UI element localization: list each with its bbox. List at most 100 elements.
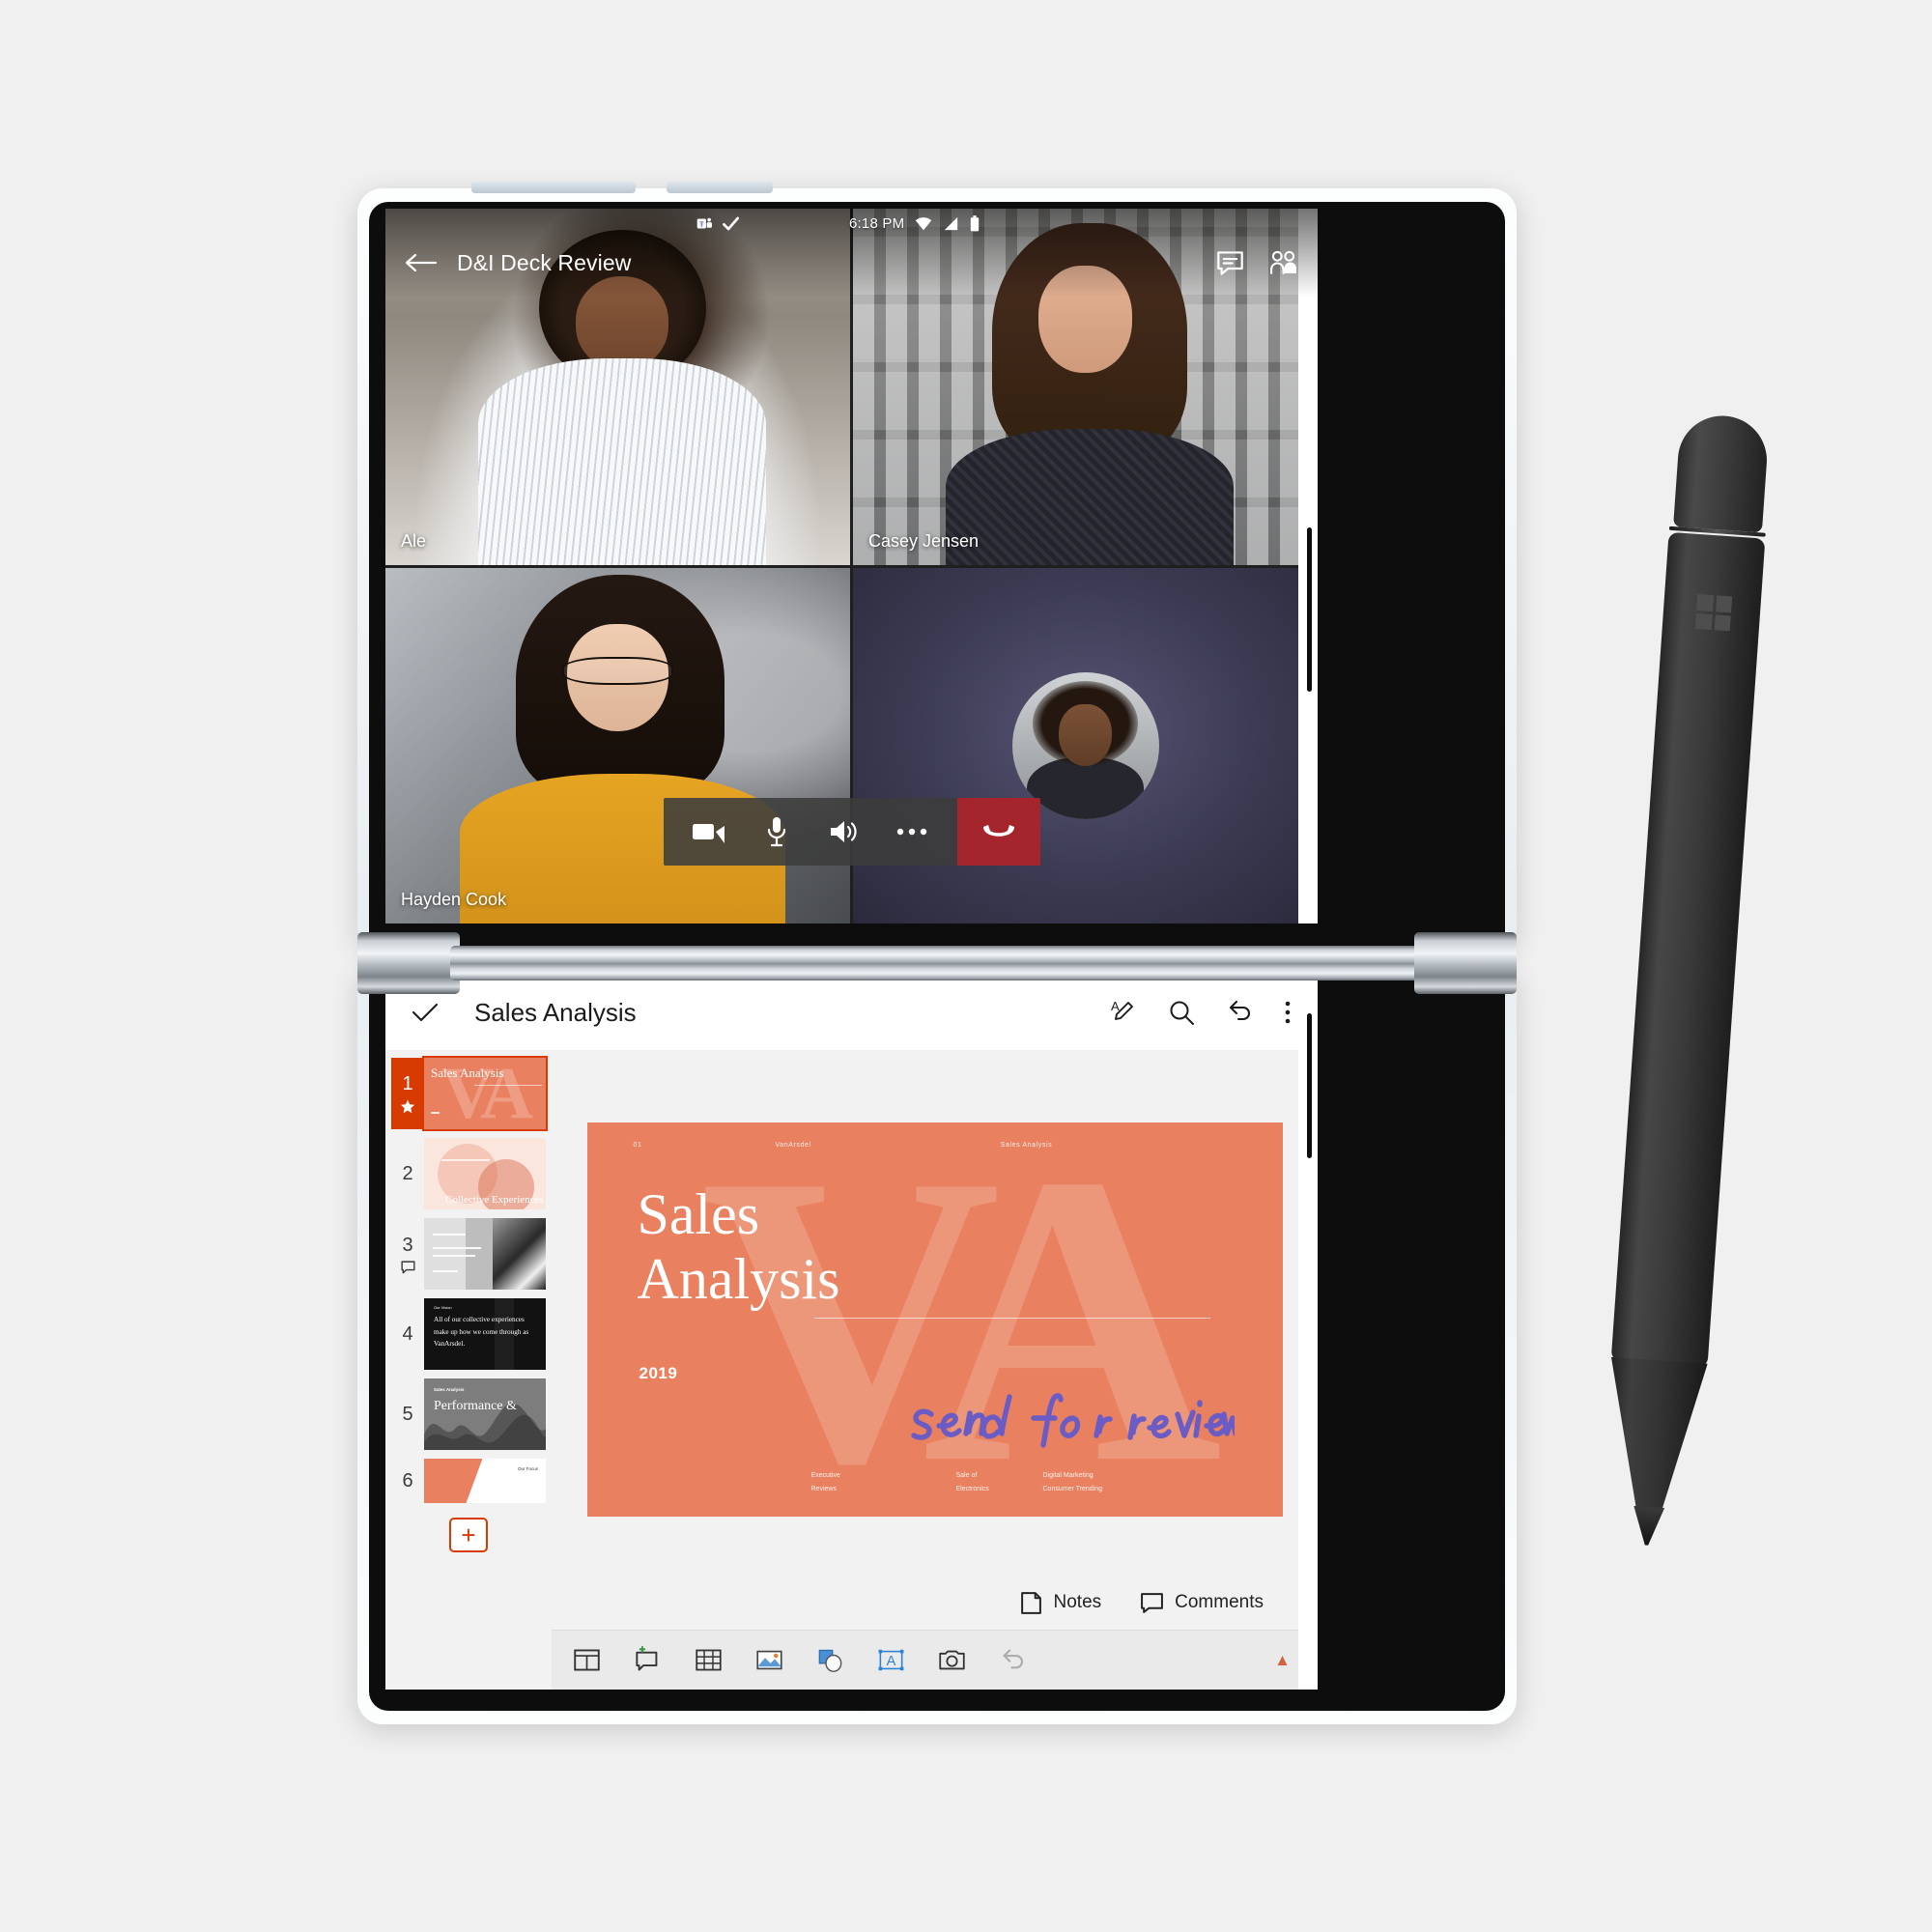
presentation-title: Sales Analysis [474,997,637,1027]
slide-number-label: 2 [402,1162,413,1184]
teams-icon: T [696,217,712,228]
undo-icon [1003,1649,1024,1669]
hinge-cap-right [1414,932,1517,994]
scroll-indicator[interactable] [1307,527,1312,692]
hang-up-button[interactable] [956,798,1040,866]
layout-icon[interactable] [573,1646,601,1674]
camera-toggle-button[interactable] [675,798,743,866]
shapes-icon[interactable] [816,1646,844,1674]
slide-preview: Our Vision All of our collective experie… [424,1298,546,1370]
status-bar: T 6:18 PM [385,209,1318,238]
svg-text:T: T [699,220,704,228]
avatar [1011,671,1159,819]
hang-up-icon [982,825,1014,837]
comments-button[interactable]: Comments [1140,1591,1264,1615]
slide-label-number: 01 [633,1142,642,1149]
top-screen: Ale Casey Jensen Hayden Cook T 6:18 PM D… [385,209,1318,923]
comments-label: Comments [1175,1592,1264,1612]
wifi-icon [916,216,932,230]
checkmark-icon [723,216,739,230]
text-box-icon[interactable]: A [877,1646,905,1674]
notes-label: Notes [1053,1592,1102,1612]
status-time: 6:18 PM [849,214,905,232]
slide-thumbnail-6[interactable]: 6 Our Focus [391,1459,546,1503]
slide-preview: VA Sales Analysis [422,1056,548,1131]
pen-cap [1673,412,1771,533]
comment-icon [1141,1592,1164,1613]
chat-icon[interactable] [1215,248,1245,278]
undo-icon[interactable] [1225,998,1254,1027]
microphone-icon [767,817,785,847]
slide-thumbnail-2[interactable]: 2 Collective Experiences [391,1138,546,1209]
teams-app: Ale Casey Jensen Hayden Cook T 6:18 PM D… [385,209,1318,923]
participant-name: Ale [401,530,427,551]
slide-number: 1 [391,1058,424,1129]
star-icon [400,1099,415,1113]
add-slide-button[interactable]: + [449,1518,488,1552]
slide-footer-labels: Executive Reviews Sale of Electronics Di… [587,1469,1283,1495]
footer-item-3: Digital Marketing Consumer Trending [1042,1472,1102,1492]
cellular-signal-icon [945,216,958,230]
participant-tile[interactable] [853,567,1318,923]
slide-thumbnail-3[interactable]: 3 [391,1218,546,1290]
participants-icon[interactable] [1268,248,1298,278]
slide-number-label: 3 [402,1234,413,1256]
slide-preview: Our Focus [424,1459,546,1503]
microsoft-logo [1694,593,1733,632]
pen-body [1610,531,1766,1368]
power-button[interactable] [471,182,636,193]
slide-preview-title: Sales Analysis [431,1065,504,1080]
search-icon[interactable] [1167,998,1196,1027]
volume-button[interactable] [667,182,773,193]
participant-name: Casey Jensen [868,530,980,551]
device-bottom-bezel: Sales Analysis A 1 VA Sales Analysis 2 C… [369,961,1505,1711]
slide-number: 6 [391,1459,424,1503]
note-icon [1020,1591,1041,1614]
camera-icon [692,824,724,843]
slide-year: 2019 [639,1364,678,1382]
slide-number: 3 [391,1218,424,1290]
back-arrow-icon[interactable] [405,252,438,273]
surface-slim-pen[interactable] [1589,412,1783,1538]
more-options-button[interactable] [878,798,946,866]
device-hinge [357,932,1517,994]
current-slide[interactable]: VA 01 VanArsdel Sales Analysis Sales Ana… [586,1122,1283,1517]
slide-number: 2 [391,1138,424,1209]
slide-thumbnail-4[interactable]: 4 Our Vision All of our collective exper… [391,1298,546,1370]
more-horizontal-icon [896,828,926,836]
slide-label-company: VanArsdel [775,1142,811,1149]
slide-preview: Sales Analysis Performance & [424,1378,546,1450]
pen-tip [1631,1506,1664,1547]
slide-preview-title: Collective Experiences [445,1194,544,1206]
expand-ribbon-caret-icon[interactable]: ▲ [1274,1651,1291,1670]
new-comment-icon[interactable] [634,1646,662,1674]
svg-text:A: A [887,1654,896,1669]
device-top-bezel: Ale Casey Jensen Hayden Cook T 6:18 PM D… [369,202,1505,952]
notes-button[interactable]: Notes [1019,1591,1102,1615]
slide-top-bar: 01 VanArsdel Sales Analysis [587,1142,1283,1149]
bottom-screen: Sales Analysis A 1 VA Sales Analysis 2 C… [385,975,1318,1690]
more-options-icon[interactable] [1283,998,1293,1027]
table-icon[interactable] [695,1646,723,1674]
slide-preview: Collective Experiences [424,1138,546,1209]
scroll-indicator-bottom[interactable] [1307,1013,1312,1158]
ink-to-text-icon[interactable]: A [1109,998,1138,1027]
slide-number-label: 1 [402,1072,413,1094]
microphone-toggle-button[interactable] [743,798,810,866]
slide-thumbnail-5[interactable]: 5 Sales Analysis Performance & [391,1378,546,1450]
slide-thumbnail-panel[interactable]: 1 VA Sales Analysis 2 Collective Experie… [385,1050,552,1690]
slide-label-deck: Sales Analysis [1000,1142,1053,1149]
participant-tile[interactable]: Hayden Cook [385,567,850,923]
slide-preview-title: All of our collective experiences make u… [434,1316,529,1349]
done-checkmark-icon[interactable] [411,1001,440,1024]
teams-header: D&I Deck Review [385,236,1318,290]
powerpoint-app: Sales Analysis A 1 VA Sales Analysis 2 C… [385,975,1318,1690]
camera-icon[interactable] [938,1646,966,1674]
slide-canvas-area: VA 01 VanArsdel Sales Analysis Sales Ana… [552,1050,1318,1690]
pen-taper [1601,1357,1708,1519]
ink-annotation[interactable]: send for review [906,1389,1235,1464]
speaker-button[interactable] [810,798,878,866]
slide-number-label: 4 [402,1322,413,1345]
picture-icon[interactable] [755,1646,783,1674]
slide-thumbnail-1[interactable]: 1 VA Sales Analysis [391,1056,548,1131]
